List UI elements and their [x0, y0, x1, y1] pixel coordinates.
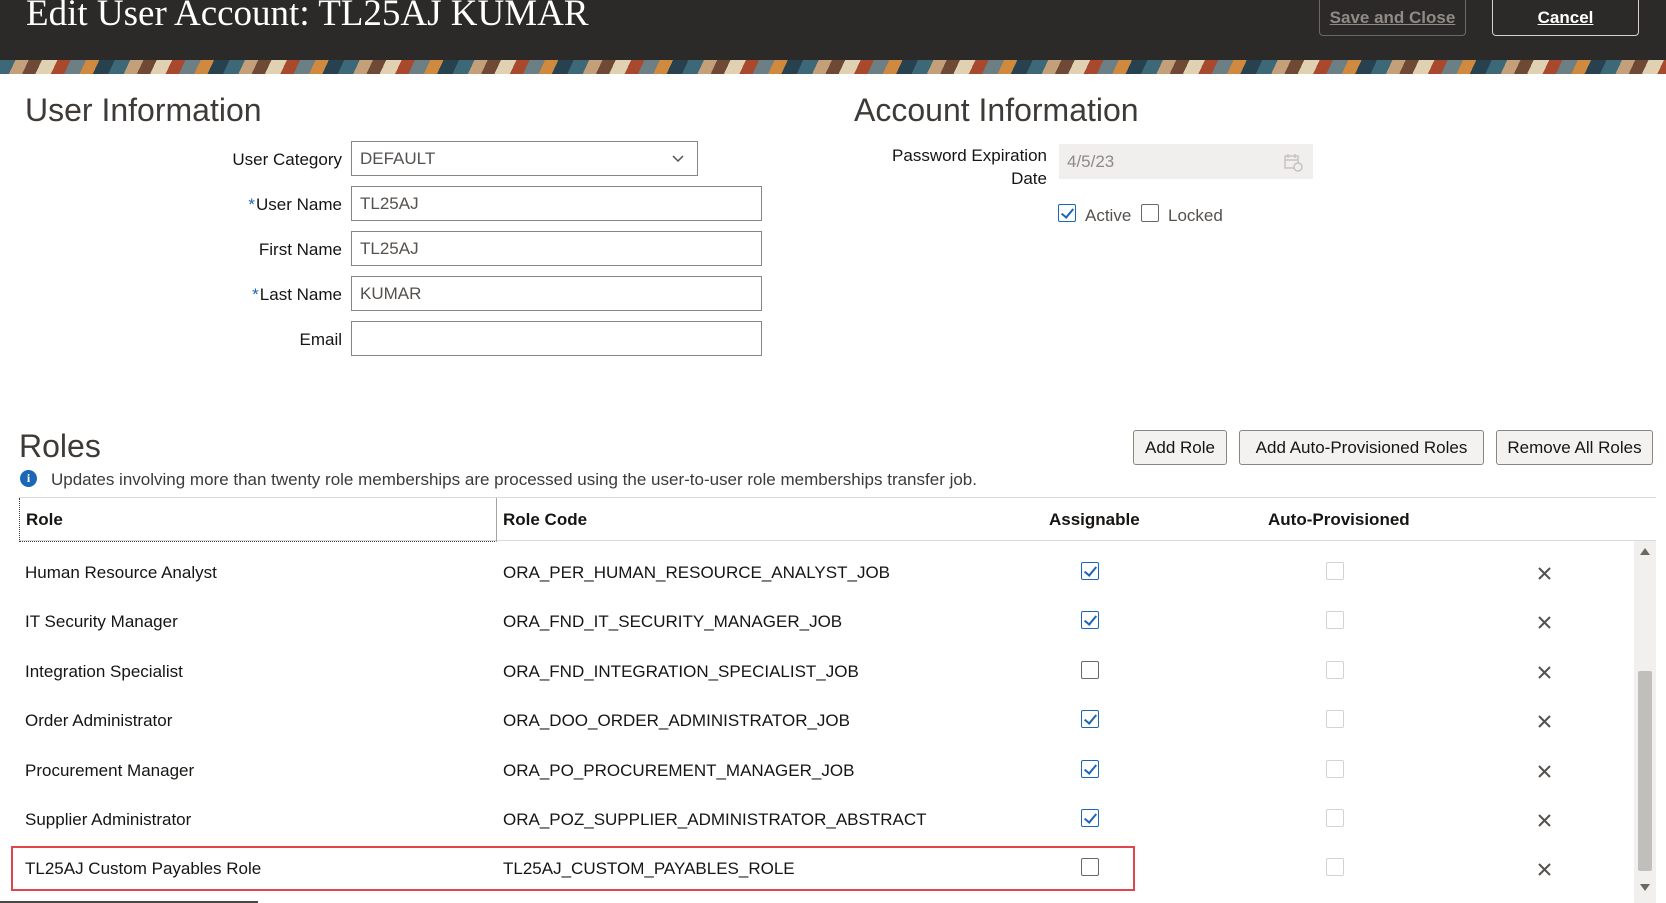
user-name-label: *User Name: [248, 195, 342, 214]
role-code-cell: ORA_DOO_ORDER_ADMINISTRATOR_JOB: [503, 711, 850, 730]
user-category-select[interactable]: DEFAULT: [351, 141, 698, 176]
calendar-icon[interactable]: [1283, 152, 1303, 172]
assignable-checkbox[interactable]: [1081, 562, 1099, 580]
page-title: Edit User Account: TL25AJ KUMAR: [26, 0, 589, 34]
first-name-value: TL25AJ: [360, 238, 419, 258]
header-banner: [0, 60, 1666, 74]
email-field[interactable]: [351, 321, 762, 356]
last-name-value: KUMAR: [360, 283, 422, 303]
assignable-checkbox[interactable]: [1081, 809, 1099, 827]
assignable-checkbox[interactable]: [1081, 760, 1099, 778]
locked-checkbox[interactable]: [1141, 204, 1159, 222]
save-and-close-button[interactable]: Save and Close: [1319, 0, 1466, 36]
scroll-thumb[interactable]: [1638, 671, 1652, 871]
assignable-checkbox[interactable]: [1081, 710, 1099, 728]
locked-label: Locked: [1168, 206, 1223, 225]
add-auto-provisioned-roles-button[interactable]: Add Auto-Provisioned Roles: [1239, 430, 1484, 465]
column-header-role[interactable]: Role: [26, 510, 63, 530]
auto-provisioned-checkbox: [1326, 710, 1344, 728]
auto-provisioned-checkbox: [1326, 562, 1344, 580]
scroll-down-icon[interactable]: [1640, 884, 1650, 891]
user-category-label: User Category: [232, 150, 342, 169]
role-name-cell: IT Security Manager: [25, 612, 178, 631]
last-name-label: *Last Name: [252, 285, 342, 304]
required-mark: *: [252, 285, 259, 304]
role-code-cell: ORA_FND_IT_SECURITY_MANAGER_JOB: [503, 612, 843, 631]
auto-provisioned-checkbox: [1326, 760, 1344, 778]
account-information-heading: Account Information: [854, 92, 1139, 128]
active-label: Active: [1085, 206, 1132, 225]
add-role-button[interactable]: Add Role: [1133, 430, 1227, 465]
close-icon[interactable]: [1536, 614, 1553, 631]
password-expiration-label: Password Expiration Date: [892, 146, 1047, 188]
roles-table: Role Role Code Assignable Auto-Provision…: [19, 497, 1656, 903]
table-row[interactable]: IT Security Manager ORA_FND_IT_SECURITY_…: [19, 598, 1629, 647]
role-name-cell: Human Resource Analyst: [25, 563, 217, 582]
first-name-label: First Name: [258, 240, 342, 259]
cancel-button[interactable]: Cancel: [1492, 0, 1639, 36]
highlighted-row-outline: [11, 846, 1135, 891]
role-name-cell: Order Administrator: [25, 711, 173, 730]
role-code-cell: ORA_POZ_SUPPLIER_ADMINISTRATOR_ABSTRACT: [503, 810, 927, 829]
scroll-up-icon[interactable]: [1640, 548, 1650, 555]
auto-provisioned-checkbox: [1326, 611, 1344, 629]
required-mark: *: [248, 195, 256, 214]
user-name-field[interactable]: TL25AJ: [351, 186, 762, 221]
auto-provisioned-checkbox: [1326, 661, 1344, 679]
page-header: Edit User Account: TL25AJ KUMAR Save and…: [0, 0, 1666, 74]
first-name-field[interactable]: TL25AJ: [351, 231, 762, 266]
column-header-assignable[interactable]: Assignable: [1049, 510, 1140, 530]
column-divider: [496, 498, 497, 542]
email-label: Email: [299, 330, 342, 349]
remove-all-roles-button[interactable]: Remove All Roles: [1496, 430, 1653, 465]
auto-provisioned-checkbox: [1326, 809, 1344, 827]
table-row[interactable]: Supplier Administrator ORA_POZ_SUPPLIER_…: [19, 796, 1629, 845]
table-row[interactable]: Order Administrator ORA_DOO_ORDER_ADMINI…: [19, 697, 1629, 746]
close-icon[interactable]: [1536, 713, 1553, 730]
table-scrollbar[interactable]: [1634, 541, 1656, 903]
auto-provisioned-checkbox: [1326, 858, 1344, 876]
password-expiration-value: 4/5/23: [1067, 151, 1115, 171]
role-code-cell: ORA_FND_INTEGRATION_SPECIALIST_JOB: [503, 662, 859, 681]
table-row[interactable]: Human Resource Analyst ORA_PER_HUMAN_RES…: [19, 549, 1629, 598]
table-row[interactable]: Integration Specialist ORA_FND_INTEGRATI…: [19, 648, 1629, 697]
info-icon: i: [20, 470, 37, 487]
active-checkbox[interactable]: [1058, 204, 1076, 222]
role-column-header-focus: [19, 498, 497, 542]
column-header-role-code[interactable]: Role Code: [503, 510, 587, 530]
last-name-field[interactable]: KUMAR: [351, 276, 762, 311]
close-icon[interactable]: [1536, 763, 1553, 780]
role-code-cell: ORA_PER_HUMAN_RESOURCE_ANALYST_JOB: [503, 563, 891, 582]
column-header-auto-provisioned[interactable]: Auto-Provisioned: [1268, 510, 1410, 530]
close-icon[interactable]: [1536, 861, 1553, 878]
user-information-heading: User Information: [25, 92, 262, 128]
close-icon[interactable]: [1536, 812, 1553, 829]
role-name-cell: Procurement Manager: [25, 761, 195, 780]
password-expiration-date-field[interactable]: 4/5/23: [1059, 144, 1313, 179]
roles-heading: Roles: [19, 428, 101, 464]
table-header: Role Role Code Assignable Auto-Provision…: [19, 497, 1656, 542]
role-code-cell: ORA_PO_PROCUREMENT_MANAGER_JOB: [503, 761, 855, 780]
assignable-checkbox[interactable]: [1081, 611, 1099, 629]
close-icon[interactable]: [1536, 565, 1553, 582]
role-name-cell: Integration Specialist: [25, 662, 183, 681]
role-name-cell: Supplier Administrator: [25, 810, 192, 829]
close-icon[interactable]: [1536, 664, 1553, 681]
info-message: Updates involving more than twenty role …: [51, 470, 977, 489]
user-name-value: TL25AJ: [360, 193, 419, 213]
assignable-checkbox[interactable]: [1081, 661, 1099, 679]
table-row[interactable]: Procurement Manager ORA_PO_PROCUREMENT_M…: [19, 747, 1629, 796]
chevron-down-icon: [672, 155, 684, 163]
user-category-value: DEFAULT: [360, 148, 436, 168]
